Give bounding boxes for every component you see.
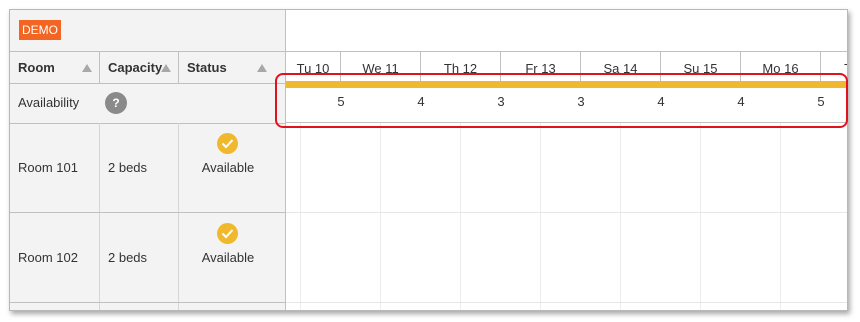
scheduler: DEMO Room Capacity Status Availability ?… [9, 9, 848, 311]
room-capacity: 2 beds [108, 160, 148, 175]
room-status-cell: Available [179, 123, 277, 212]
grid-column-line [780, 123, 781, 310]
grid-row-line [286, 302, 847, 303]
room-capacity: 2 beds [108, 250, 148, 265]
row-header-panel: DEMO Room Capacity Status Availability ?… [10, 10, 286, 310]
sort-arrow-icon[interactable] [161, 64, 171, 72]
grid-column-line [700, 123, 701, 310]
room-name: Room 101 [18, 160, 78, 175]
room-name-cell: Room 102 [10, 213, 100, 302]
room-capacity-cell: 2 beds [100, 123, 179, 212]
help-icon[interactable]: ? [105, 92, 127, 114]
sort-arrow-icon[interactable] [257, 64, 267, 72]
room-row [10, 303, 285, 310]
column-header-status[interactable]: Status [179, 52, 277, 83]
room-status: Available [201, 160, 255, 175]
check-circle-icon [217, 133, 238, 154]
grid-row-line [286, 212, 847, 213]
column-header-capacity[interactable]: Capacity [100, 52, 179, 83]
room-row[interactable]: Room 102 2 beds Available [10, 213, 285, 303]
grid-column-line [380, 123, 381, 310]
availability-row-header: Availability ? [10, 83, 285, 124]
grid-column-line [300, 123, 301, 310]
grid-column-line [620, 123, 621, 310]
room-status: Available [201, 250, 255, 265]
availability-label: Availability [18, 95, 80, 110]
column-header-label: Room [18, 60, 55, 75]
demo-badge: DEMO [19, 20, 61, 40]
sort-arrow-icon[interactable] [82, 64, 92, 72]
column-header-room[interactable]: Room [10, 52, 100, 83]
availability-highlight-box [275, 73, 848, 128]
check-circle-icon [217, 223, 238, 244]
room-row[interactable]: Room 101 2 beds Available [10, 123, 285, 213]
room-status-cell: Available [179, 213, 277, 302]
room-capacity-cell [100, 303, 179, 310]
room-capacity-cell: 2 beds [100, 213, 179, 302]
timeline-panel: Tu 10 We 11 Th 12 Fr 13 Sa 14 Su 15 Mo 1… [286, 10, 847, 310]
room-name: Room 102 [18, 250, 78, 265]
grid-column-line [460, 123, 461, 310]
column-header-row: Room Capacity Status [10, 51, 285, 84]
grid-column-line [540, 123, 541, 310]
room-name-cell: Room 101 [10, 123, 100, 212]
column-header-label: Capacity [108, 60, 163, 75]
column-header-label: Status [187, 60, 227, 75]
room-name-cell [10, 303, 100, 310]
